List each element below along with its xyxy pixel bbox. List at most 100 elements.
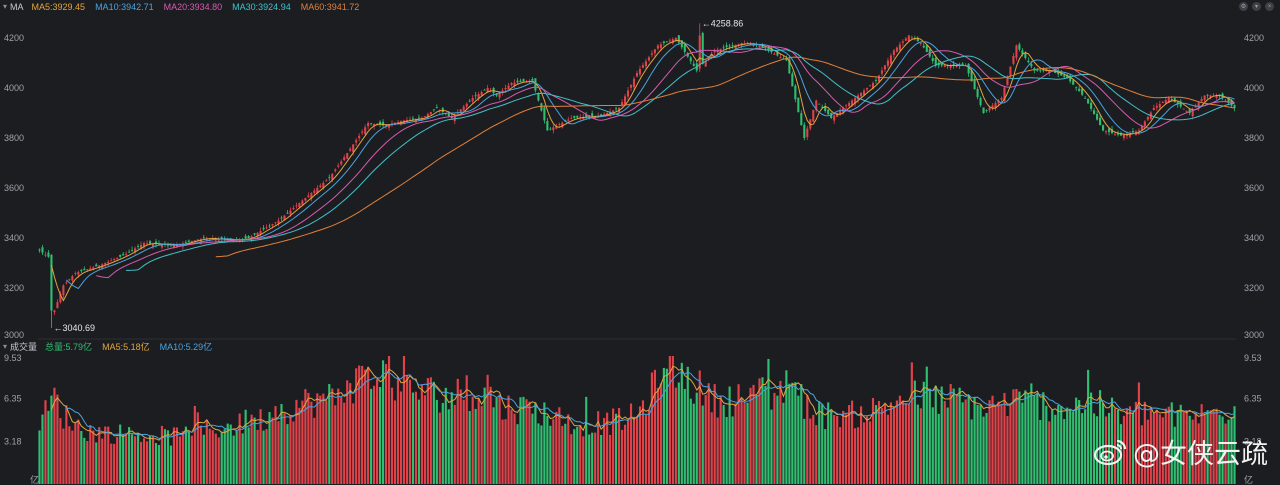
volume-bar <box>328 384 331 484</box>
volume-bar <box>486 374 489 484</box>
volume-bar <box>836 416 839 484</box>
candle-body <box>190 241 193 242</box>
candle-body <box>504 88 507 90</box>
candle-body <box>462 106 465 111</box>
candle-body <box>56 302 59 309</box>
volume-bar <box>600 434 603 484</box>
candle-body <box>125 253 128 255</box>
volume-bar <box>462 399 465 484</box>
gear-icon[interactable]: ⚙ <box>1239 2 1248 11</box>
candle-body <box>334 169 337 172</box>
volume-chart[interactable]: 9.53 9.536.35 6.353.18 3.18亿亿 <box>0 353 1280 485</box>
candle-body <box>1021 50 1024 54</box>
volume-bar <box>979 405 982 484</box>
collapse-chevron-icon[interactable]: ▾ <box>3 342 7 351</box>
volume-bar <box>38 430 41 484</box>
volume-bar <box>904 403 907 484</box>
volume-bar <box>1024 390 1027 484</box>
volume-bar <box>498 394 501 484</box>
close-icon[interactable]: × <box>1265 2 1274 11</box>
y-tick-label-left: 3200 <box>4 283 24 293</box>
volume-bar <box>800 384 803 484</box>
volume-bar <box>629 403 633 484</box>
volume-bar <box>119 424 122 484</box>
candle-body <box>1185 110 1188 112</box>
candle-body <box>71 276 74 281</box>
candle-body <box>256 232 259 236</box>
volume-bar <box>638 406 642 484</box>
volume-bar <box>961 402 964 484</box>
volume-indicator-title[interactable]: 成交量 <box>10 340 37 353</box>
volume-bar <box>265 429 268 484</box>
volume-bar <box>710 412 713 484</box>
volume-bar <box>692 403 695 484</box>
volume-bar <box>794 382 797 484</box>
candle-body <box>1039 70 1042 72</box>
legend-vol-ma5: MA5:5.18亿 <box>102 342 150 352</box>
candle-body <box>74 273 77 274</box>
volume-bar <box>540 425 543 484</box>
volume-bar <box>271 417 274 484</box>
y-tick-label-right: 4200 <box>1244 33 1264 43</box>
y-tick-label-left: 3800 <box>4 133 24 143</box>
volume-bar <box>1069 409 1072 484</box>
volume-bar <box>731 416 734 484</box>
candle-body <box>570 118 573 119</box>
volume-bar <box>967 395 970 484</box>
candle-body <box>644 61 648 67</box>
candle-body <box>901 41 904 43</box>
candle-body <box>779 57 782 59</box>
volume-bar <box>387 356 391 484</box>
candle-body <box>1096 113 1099 120</box>
price-indicator-title[interactable]: MA <box>10 2 24 12</box>
volume-bar <box>1000 404 1003 484</box>
candle-body <box>328 177 331 179</box>
volume-bar <box>1027 393 1030 484</box>
volume-bar <box>525 399 528 484</box>
ma-line-ma5 <box>50 37 1235 302</box>
volume-bar <box>238 413 241 484</box>
volume-bar <box>510 409 513 484</box>
candle-body <box>800 113 803 126</box>
candle-body <box>1030 64 1033 67</box>
volume-bar <box>83 437 86 484</box>
volume-bar <box>373 385 376 484</box>
candle-body <box>1018 44 1021 50</box>
volume-bar <box>620 429 624 484</box>
volume-bar <box>641 400 645 484</box>
volume-bar <box>214 433 217 484</box>
chevron-down-icon[interactable]: ▾ <box>1252 2 1261 11</box>
candle-body <box>943 65 946 67</box>
candle-body <box>145 243 149 245</box>
candle-body <box>423 116 426 117</box>
volume-bar <box>901 400 904 484</box>
volume-bar <box>390 387 394 484</box>
volume-bar <box>1060 406 1063 484</box>
volume-bar <box>626 419 630 484</box>
volume-bar <box>116 436 119 484</box>
volume-bar <box>47 410 50 484</box>
volume-bar <box>408 379 412 484</box>
volume-bar <box>89 425 92 484</box>
volume-bar <box>689 398 692 484</box>
volume-bar <box>501 419 504 484</box>
vol-tick-label-left: 9.53 <box>4 353 22 363</box>
volume-bar <box>940 386 943 484</box>
volume-bar <box>331 388 334 484</box>
volume-bar <box>480 406 483 484</box>
volume-bar <box>1072 411 1075 484</box>
volume-bar <box>970 419 973 484</box>
candle-body <box>1170 99 1173 101</box>
volume-bar <box>561 425 564 484</box>
candle-body <box>1158 104 1161 108</box>
candle-body <box>922 45 925 48</box>
candle-body <box>573 115 576 118</box>
candlestick-chart[interactable]: 4200 4200 4000 4000 3800 3800 3600 3600 3400 3400… <box>0 13 1280 340</box>
candle-body <box>976 89 979 98</box>
candle-body <box>1116 133 1120 135</box>
volume-bar <box>244 409 247 484</box>
candle-body <box>1203 95 1206 101</box>
y-tick-label-right: 4000 <box>1244 83 1264 93</box>
collapse-chevron-icon[interactable]: ▾ <box>3 2 7 11</box>
candle-body <box>1012 56 1015 64</box>
